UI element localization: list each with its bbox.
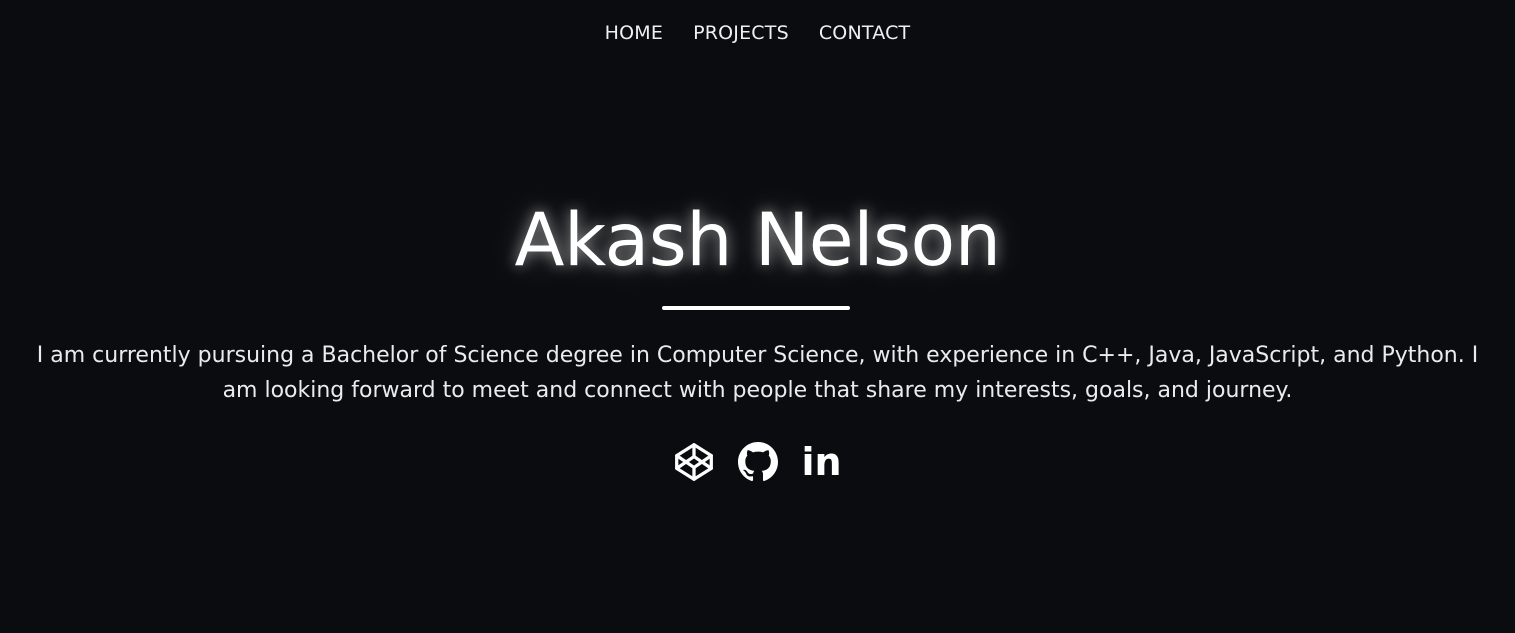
nav-contact-link[interactable]: CONTACT (819, 22, 911, 44)
linkedin-link[interactable]: in (801, 440, 842, 484)
github-icon (737, 442, 778, 482)
hero-name: Akash Nelson (514, 198, 1001, 283)
github-link[interactable] (737, 440, 778, 484)
top-nav: HOME PROJECTS CONTACT (0, 22, 1515, 44)
nav-home-link[interactable]: HOME (605, 22, 663, 44)
portfolio-page: HOME PROJECTS CONTACT Akash Nelson I am … (0, 0, 1515, 633)
nav-projects-link[interactable]: PROJECTS (693, 22, 789, 44)
codepen-link[interactable] (674, 440, 714, 484)
linkedin-icon: in (801, 440, 842, 484)
name-underline-divider (662, 306, 850, 310)
social-links: in (0, 440, 1515, 484)
codepen-icon (674, 443, 713, 481)
hero-bio: I am currently pursuing a Bachelor of Sc… (36, 343, 1479, 403)
